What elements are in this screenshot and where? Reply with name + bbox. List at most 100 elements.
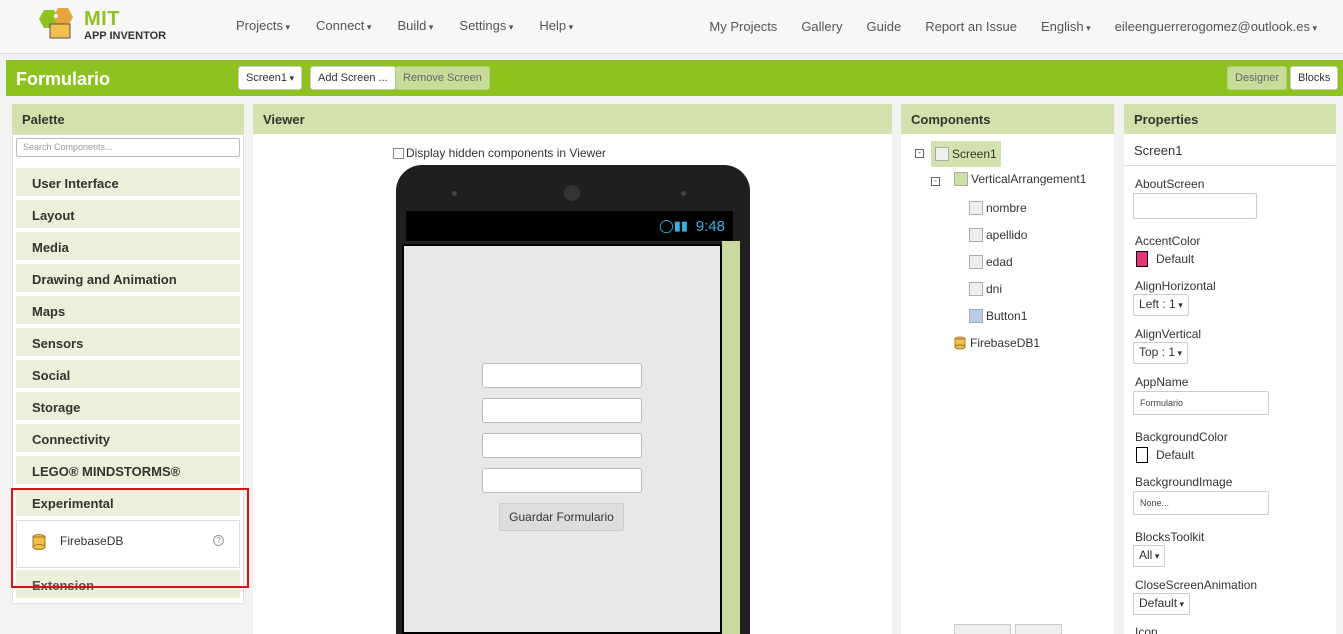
nombre-label: nombre (986, 201, 1027, 215)
textbox-apellido[interactable] (482, 398, 642, 423)
save-form-button[interactable]: Guardar Formulario (499, 503, 624, 531)
rename-button[interactable] (954, 624, 1011, 634)
add-screen-button[interactable]: Add Screen ... (310, 66, 396, 90)
my-projects-link[interactable]: My Projects (709, 19, 777, 34)
tree-item-screen1[interactable]: Screen1 (931, 141, 1001, 167)
vertical-arrangement-icon (954, 172, 968, 186)
report-issue-link[interactable]: Report an Issue (925, 19, 1017, 34)
phone-camera (452, 191, 457, 196)
screen1-label: Screen1 (952, 147, 997, 161)
dni-label: dni (986, 282, 1003, 296)
textbox-dni[interactable] (482, 468, 642, 493)
menu-projects[interactable]: Projects (236, 18, 290, 33)
background-color-value[interactable]: Default (1156, 448, 1194, 462)
prop-icon-label: Icon (1135, 625, 1158, 634)
apellido-label: apellido (986, 228, 1028, 242)
app-name-input[interactable]: Formulario (1133, 391, 1269, 415)
tree-item-verticalarrangement1[interactable]: VerticalArrangement1 (954, 172, 1086, 186)
button-icon (969, 309, 983, 323)
category-connectivity[interactable]: Connectivity (16, 424, 240, 454)
tree-item-firebasedb1[interactable]: FirebaseDB1 (954, 336, 1040, 350)
phone-sensor (681, 191, 686, 196)
category-storage[interactable]: Storage (16, 392, 240, 422)
background-image-input[interactable]: None... (1133, 491, 1269, 515)
textbox-icon (969, 255, 983, 269)
prop-blocks-toolkit-label: BlocksToolkit (1135, 530, 1205, 544)
category-sensors[interactable]: Sensors (16, 328, 240, 358)
screen-select[interactable]: Screen1 (238, 66, 303, 90)
delete-button[interactable] (1015, 624, 1062, 634)
prop-about-screen-label: AboutScreen (1135, 177, 1205, 191)
status-time: 9:48 (695, 218, 725, 235)
about-screen-textarea[interactable] (1133, 193, 1257, 219)
textbox-nombre[interactable] (482, 363, 642, 388)
tree-item-dni[interactable]: dni (969, 282, 1002, 296)
menu-settings[interactable]: Settings (459, 18, 513, 33)
language-menu[interactable]: English (1041, 19, 1091, 34)
screen-side-strip (722, 241, 740, 634)
background-color-swatch[interactable] (1136, 447, 1148, 463)
hidden-components-option: Display hidden components in Viewer (393, 146, 606, 160)
brand-subtitle: APP INVENTOR (84, 30, 167, 42)
viewer-header: Viewer (253, 104, 892, 134)
collapse-screen-icon[interactable]: - (915, 149, 924, 158)
selected-component-name: Screen1 (1124, 136, 1336, 166)
tree-item-edad[interactable]: edad (969, 255, 1013, 269)
tree-item-apellido[interactable]: apellido (969, 228, 1027, 242)
prop-align-vertical-label: AlignVertical (1135, 327, 1202, 341)
wifi-signal-battery-icon: ◯▮▮ (659, 218, 688, 233)
menu-connect[interactable]: Connect (316, 18, 371, 33)
components-header: Components (901, 104, 1114, 134)
database-icon (954, 336, 966, 350)
category-lego-mindstorms[interactable]: LEGO® MINDSTORMS® (16, 456, 240, 486)
account-menu[interactable]: eileenguerrerogomez@outlook.es (1115, 19, 1317, 34)
screen-icon (935, 147, 949, 161)
prop-align-horizontal-label: AlignHorizontal (1135, 279, 1216, 293)
phone-status-bar: ◯▮▮ 9:48 (406, 211, 733, 241)
category-user-interface[interactable]: User Interface (16, 168, 240, 198)
annotation-highlight-box (11, 488, 249, 588)
blocks-toolkit-select[interactable]: All (1133, 545, 1166, 567)
main-menu: Projects Connect Build Settings Help (236, 18, 599, 33)
collapse-arrangement-icon[interactable]: - (931, 177, 940, 186)
hidden-components-checkbox[interactable] (393, 147, 404, 159)
app-inventor-logo[interactable]: MIT APP INVENTOR (36, 6, 176, 46)
category-social[interactable]: Social (16, 360, 240, 390)
menu-build[interactable]: Build (397, 18, 433, 33)
designer-button[interactable]: Designer (1227, 66, 1288, 90)
close-screen-animation-select[interactable]: Default (1133, 593, 1191, 615)
prop-background-image-label: BackgroundImage (1135, 475, 1233, 489)
logo-icon (39, 8, 73, 39)
textbox-icon (969, 228, 983, 242)
category-maps[interactable]: Maps (16, 296, 240, 326)
component-search-input[interactable]: Search Components... (16, 138, 240, 157)
align-vertical-select[interactable]: Top : 1 (1133, 342, 1189, 364)
textbox-edad[interactable] (482, 433, 642, 458)
category-layout[interactable]: Layout (16, 200, 240, 230)
accent-color-value[interactable]: Default (1156, 252, 1194, 266)
textbox-icon (969, 282, 983, 296)
edad-label: edad (986, 255, 1013, 269)
button1-label: Button1 (986, 309, 1028, 323)
palette-header: Palette (12, 104, 244, 134)
phone-speaker (564, 185, 580, 201)
remove-screen-button[interactable]: Remove Screen (395, 66, 490, 90)
top-navbar: MIT APP INVENTOR Projects Connect Build … (0, 0, 1343, 54)
align-horizontal-select[interactable]: Left : 1 (1133, 294, 1189, 316)
project-title: Formulario (16, 69, 111, 89)
accent-color-swatch[interactable] (1136, 251, 1148, 267)
menu-help[interactable]: Help (539, 18, 573, 33)
gallery-link[interactable]: Gallery (801, 19, 842, 34)
blocks-button[interactable]: Blocks (1290, 66, 1339, 90)
verticalarrangement1-label: VerticalArrangement1 (971, 172, 1087, 186)
prop-accent-color-label: AccentColor (1135, 234, 1201, 248)
tree-item-button1[interactable]: Button1 (969, 309, 1027, 323)
category-drawing-animation[interactable]: Drawing and Animation (16, 264, 240, 294)
project-toolbar: Formulario Screen1 Add Screen ... Remove… (6, 60, 1343, 96)
tree-item-nombre[interactable]: nombre (969, 201, 1027, 215)
prop-background-color-label: BackgroundColor (1135, 430, 1228, 444)
guide-link[interactable]: Guide (867, 19, 902, 34)
secondary-menu: My Projects Gallery Guide Report an Issu… (685, 19, 1317, 34)
category-media[interactable]: Media (16, 232, 240, 262)
hidden-components-label: Display hidden components in Viewer (406, 146, 606, 160)
